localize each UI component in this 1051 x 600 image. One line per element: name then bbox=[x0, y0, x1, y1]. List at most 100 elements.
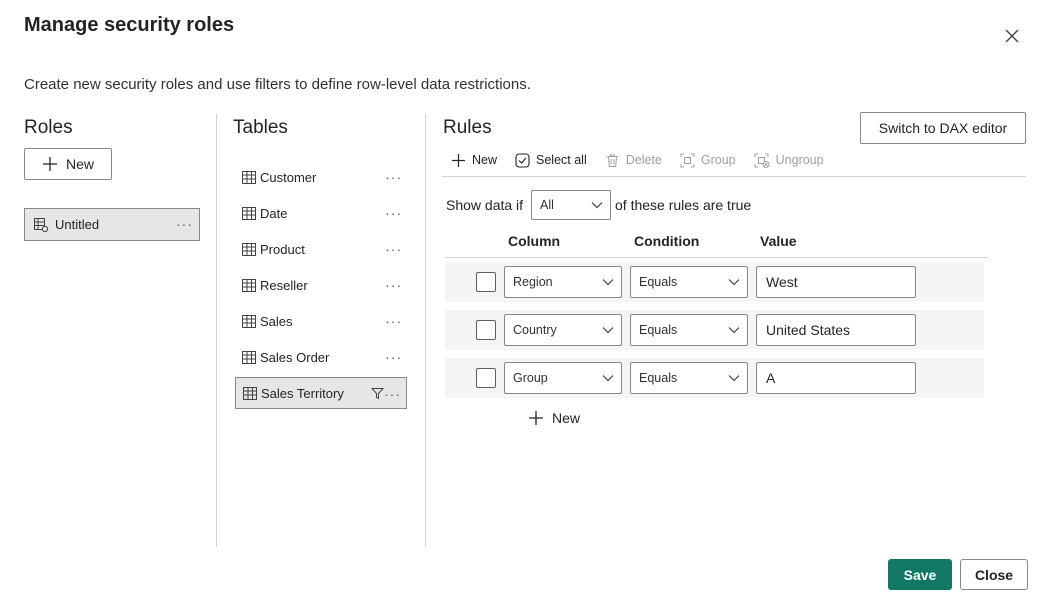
rules-toolbar: New Select all Delete Group Ungroup bbox=[442, 146, 842, 174]
more-options-icon[interactable]: ··· bbox=[384, 386, 401, 402]
add-rule-label: New bbox=[552, 410, 581, 426]
table-item-label: Customer bbox=[260, 169, 317, 185]
divider-tables-rules bbox=[425, 114, 426, 547]
chevron-down-icon bbox=[727, 275, 741, 289]
rule-condition-dropdown[interactable]: Equals bbox=[630, 266, 748, 298]
rule-column-value: Group bbox=[513, 371, 548, 385]
table-icon bbox=[243, 386, 257, 400]
table-item-label: Reseller bbox=[260, 277, 308, 293]
table-item-label: Sales Order bbox=[260, 349, 330, 365]
chevron-down-icon bbox=[601, 371, 615, 385]
rules-heading: Rules bbox=[443, 117, 492, 138]
match-mode-dropdown[interactable]: All bbox=[531, 190, 611, 220]
more-options-icon[interactable]: ··· bbox=[385, 313, 402, 329]
new-rule-toolbar-label: New bbox=[472, 153, 498, 167]
group-label: Group bbox=[700, 153, 736, 167]
table-item-product[interactable]: Product ··· bbox=[235, 233, 407, 265]
rule-value-input[interactable]: A bbox=[756, 362, 916, 394]
new-rule-toolbar-button[interactable]: New bbox=[451, 153, 497, 168]
table-item-sales[interactable]: Sales ··· bbox=[235, 305, 407, 337]
table-item-label: Sales bbox=[260, 313, 293, 329]
select-all-label: Select all bbox=[536, 153, 587, 167]
table-item-customer[interactable]: Customer ··· bbox=[235, 161, 407, 193]
match-mode-value: All bbox=[540, 198, 554, 212]
filter-icon bbox=[371, 387, 384, 400]
table-item-date[interactable]: Date ··· bbox=[235, 197, 407, 229]
condition-header: Condition bbox=[634, 233, 700, 249]
rule-column-value: Region bbox=[513, 275, 553, 289]
value-header: Value bbox=[760, 233, 797, 249]
delete-label: Delete bbox=[625, 153, 662, 167]
table-item-sales-territory[interactable]: Sales Territory ··· bbox=[235, 377, 407, 409]
table-item-label: Date bbox=[260, 205, 288, 221]
more-options-icon[interactable]: ··· bbox=[385, 205, 402, 221]
column-header: Column bbox=[508, 233, 561, 249]
more-options-icon[interactable]: ··· bbox=[385, 169, 402, 185]
plus-icon bbox=[451, 153, 466, 168]
rule-column-dropdown[interactable]: Group bbox=[504, 362, 622, 394]
rule-condition-value: Equals bbox=[639, 371, 678, 385]
table-icon bbox=[242, 314, 256, 328]
select-all-button[interactable]: Select all bbox=[515, 152, 587, 168]
table-item-sales-order[interactable]: Sales Order ··· bbox=[235, 341, 407, 373]
rule-checkbox[interactable] bbox=[476, 368, 496, 388]
rule-value-input[interactable]: West bbox=[756, 266, 916, 298]
new-role-label: New bbox=[65, 156, 94, 172]
divider-roles-tables bbox=[216, 114, 217, 547]
ungroup-icon bbox=[754, 153, 770, 168]
group-icon bbox=[680, 153, 695, 168]
table-icon bbox=[242, 170, 256, 184]
save-button[interactable]: Save bbox=[888, 559, 952, 590]
rule-condition-dropdown[interactable]: Equals bbox=[630, 314, 748, 346]
more-options-icon[interactable]: ··· bbox=[385, 349, 402, 365]
rule-column-value: Country bbox=[513, 323, 557, 337]
group-button[interactable]: Group bbox=[680, 153, 736, 168]
rule-checkbox[interactable] bbox=[476, 272, 496, 292]
table-icon bbox=[242, 242, 256, 256]
chevron-down-icon bbox=[727, 371, 741, 385]
role-item-label: Untitled bbox=[55, 217, 100, 232]
rules-true-label: of these rules are true bbox=[615, 197, 752, 213]
ungroup-button[interactable]: Ungroup bbox=[754, 153, 824, 168]
chevron-down-icon bbox=[601, 275, 615, 289]
chevron-down-icon bbox=[727, 323, 741, 337]
role-item-untitled[interactable]: Untitled ··· bbox=[24, 208, 200, 241]
role-icon bbox=[33, 217, 49, 233]
more-options-icon[interactable]: ··· bbox=[176, 216, 193, 232]
rule-value-input[interactable]: United States bbox=[756, 314, 916, 346]
delete-button[interactable]: Delete bbox=[605, 153, 662, 168]
rule-condition-dropdown[interactable]: Equals bbox=[630, 362, 748, 394]
chevron-down-icon bbox=[601, 323, 615, 337]
close-button[interactable]: Close bbox=[960, 559, 1028, 590]
dialog-subtitle: Create new security roles and use filter… bbox=[24, 76, 531, 93]
rule-checkbox[interactable] bbox=[476, 320, 496, 340]
tables-heading: Tables bbox=[233, 117, 288, 138]
show-data-if-label: Show data if bbox=[446, 197, 524, 213]
more-options-icon[interactable]: ··· bbox=[385, 241, 402, 257]
chevron-down-icon bbox=[590, 198, 604, 212]
table-item-label: Sales Territory bbox=[261, 385, 344, 401]
table-icon bbox=[242, 206, 256, 220]
plus-icon bbox=[42, 156, 58, 172]
rule-column-dropdown[interactable]: Country bbox=[504, 314, 622, 346]
ungroup-label: Ungroup bbox=[775, 153, 824, 167]
table-icon bbox=[242, 278, 256, 292]
header-divider bbox=[445, 257, 988, 258]
table-item-label: Product bbox=[260, 241, 305, 257]
switch-to-dax-editor-button[interactable]: Switch to DAX editor bbox=[860, 112, 1026, 144]
plus-icon bbox=[528, 410, 544, 426]
checkbox-checked-icon bbox=[515, 152, 530, 168]
table-icon bbox=[242, 350, 256, 364]
dialog-title: Manage security roles bbox=[24, 14, 235, 36]
rule-column-dropdown[interactable]: Region bbox=[504, 266, 622, 298]
trash-icon bbox=[605, 153, 620, 168]
rule-condition-value: Equals bbox=[639, 323, 678, 337]
new-role-button[interactable]: New bbox=[24, 148, 112, 180]
toolbar-divider bbox=[442, 176, 1026, 177]
roles-heading: Roles bbox=[24, 117, 73, 138]
close-icon[interactable] bbox=[1000, 24, 1024, 48]
table-item-reseller[interactable]: Reseller ··· bbox=[235, 269, 407, 301]
more-options-icon[interactable]: ··· bbox=[385, 277, 402, 293]
rule-condition-value: Equals bbox=[639, 275, 678, 289]
add-rule-button[interactable]: New bbox=[528, 406, 580, 430]
